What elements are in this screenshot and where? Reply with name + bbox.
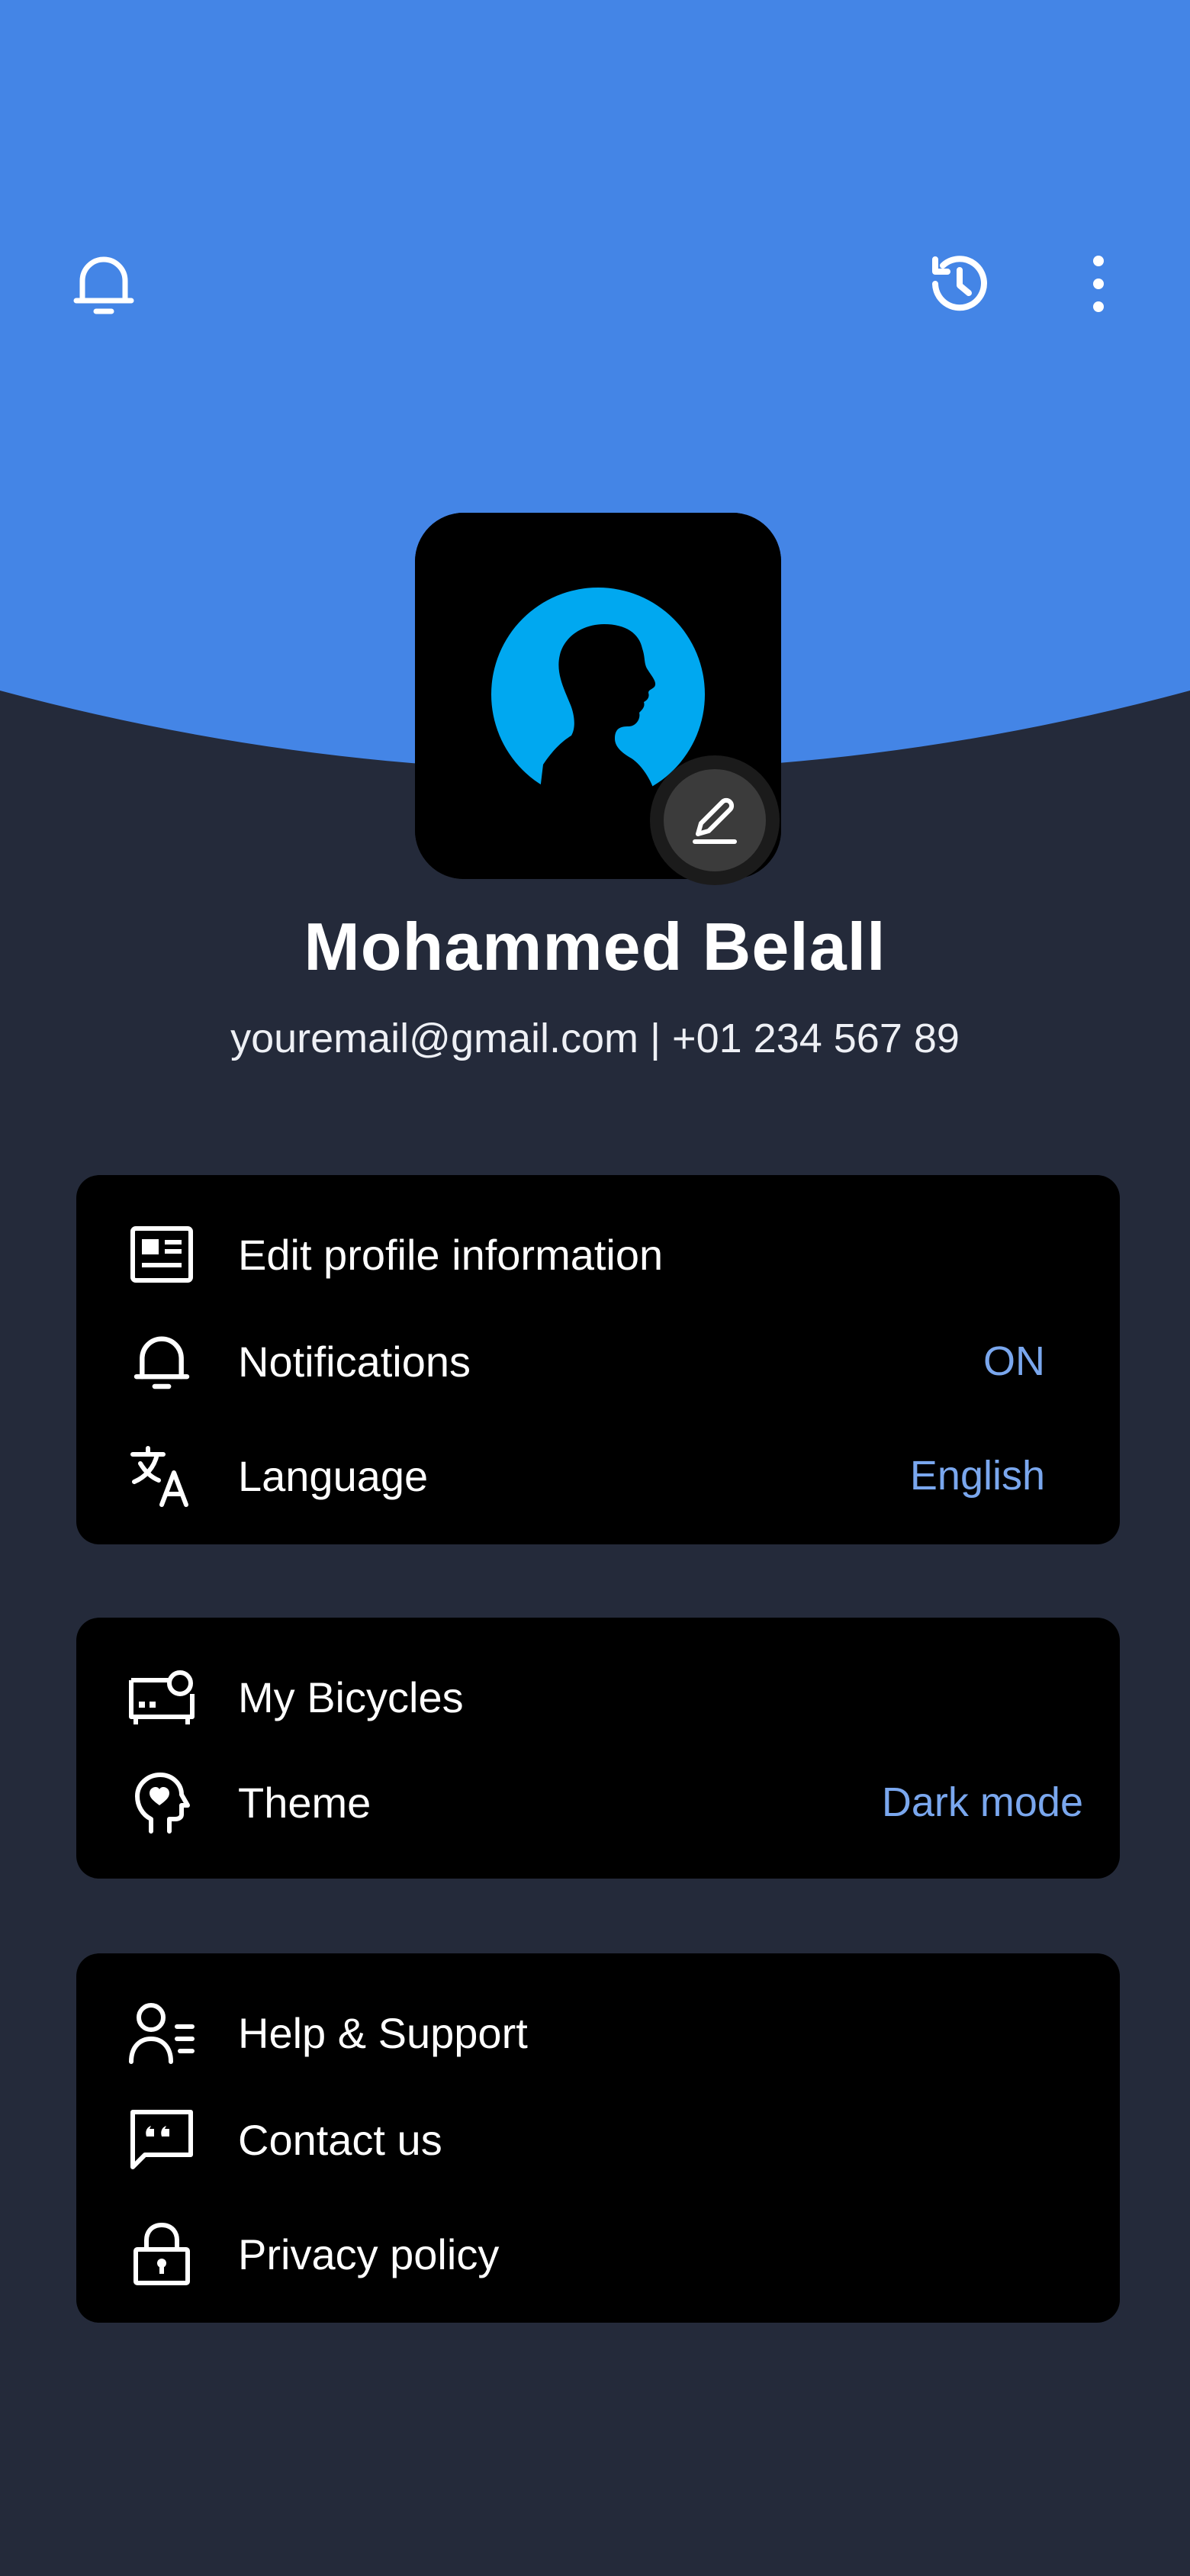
row-label: Notifications (238, 1337, 471, 1386)
bell-outline-icon (125, 1325, 198, 1398)
bicycle-device-icon (125, 1660, 198, 1734)
row-contact-us[interactable]: Contact us (76, 2094, 1120, 2185)
row-my-bicycles[interactable]: My Bicycles (76, 1651, 1120, 1743)
bell-icon[interactable] (58, 238, 150, 330)
translate-icon (125, 1439, 198, 1512)
row-label: Privacy policy (238, 2230, 500, 2278)
row-help-support[interactable]: Help & Support (76, 1987, 1120, 2079)
edit-avatar-button[interactable] (650, 755, 780, 885)
row-label: Language (238, 1451, 429, 1500)
theme-value: Dark mode (881, 1779, 1083, 1825)
row-label: Help & Support (238, 2008, 528, 2057)
row-label: Contact us (238, 2115, 442, 2164)
profile-contact: youremail@gmail.com | +01 234 567 89 (230, 1016, 960, 1061)
row-label: My Bicycles (238, 1673, 464, 1721)
lock-icon (125, 2217, 198, 2291)
head-heart-icon (125, 1766, 198, 1839)
profile-card-icon (125, 1218, 198, 1291)
settings-card-preferences: My Bicycles Theme Dark mode (76, 1618, 1120, 1879)
settings-card-support: Help & Support Contact us Privacy policy (76, 1953, 1120, 2323)
notifications-value: ON (983, 1338, 1045, 1384)
pencil-icon (693, 797, 737, 844)
language-value: English (909, 1453, 1045, 1499)
quote-chat-icon (125, 2103, 198, 2176)
row-language[interactable]: Language English (76, 1430, 1120, 1521)
row-privacy-policy[interactable]: Privacy policy (76, 2208, 1120, 2300)
support-user-icon (125, 1996, 198, 2069)
row-edit-profile[interactable]: Edit profile information (76, 1209, 1120, 1300)
row-label: Edit profile information (238, 1230, 664, 1279)
row-label: Theme (238, 1778, 371, 1827)
history-icon[interactable] (912, 238, 1004, 330)
profile-name: Mohammed Belall (304, 909, 886, 984)
more-vertical-icon[interactable] (1053, 238, 1144, 330)
row-notifications[interactable]: Notifications ON (76, 1315, 1120, 1407)
row-theme[interactable]: Theme Dark mode (76, 1757, 1120, 1848)
settings-card-account: Edit profile information Notifications O… (76, 1175, 1120, 1544)
